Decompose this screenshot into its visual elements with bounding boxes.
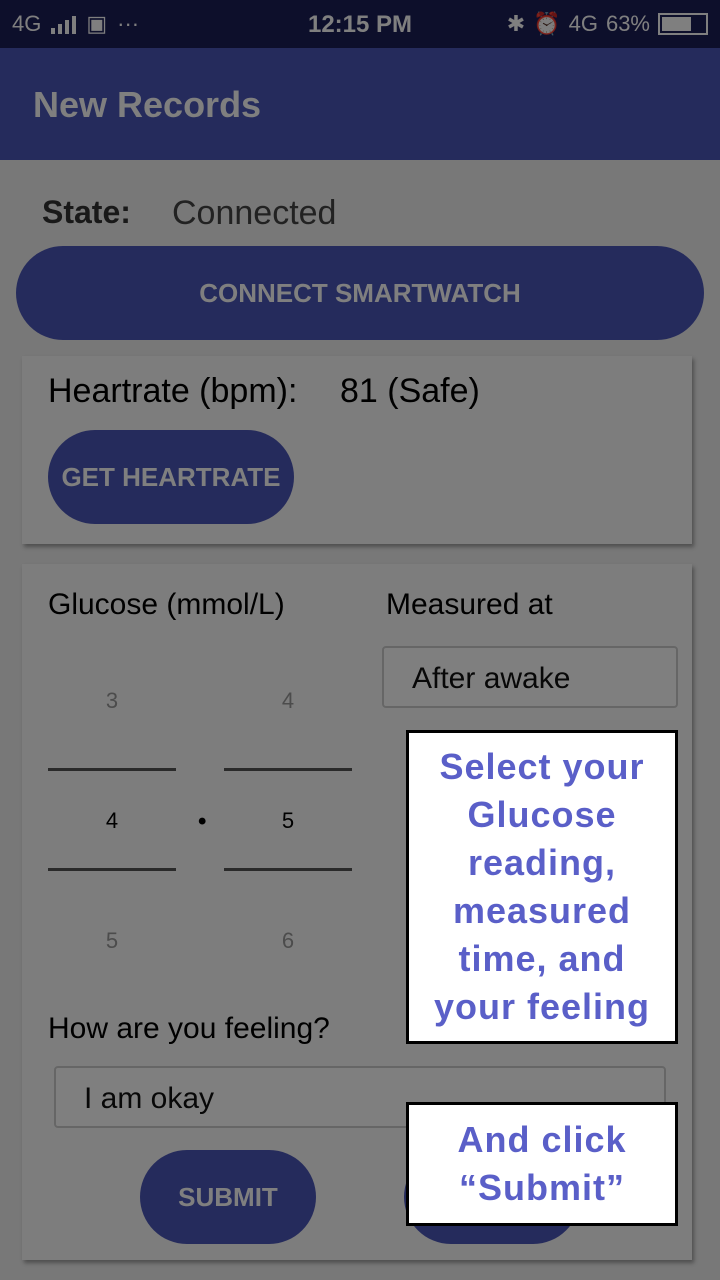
tutorial-tip-submit: And click “Submit” bbox=[406, 1102, 678, 1226]
tutorial-tip-select: Select your Glucose reading, measured ti… bbox=[406, 730, 678, 1044]
tutorial-overlay[interactable] bbox=[0, 0, 720, 1280]
